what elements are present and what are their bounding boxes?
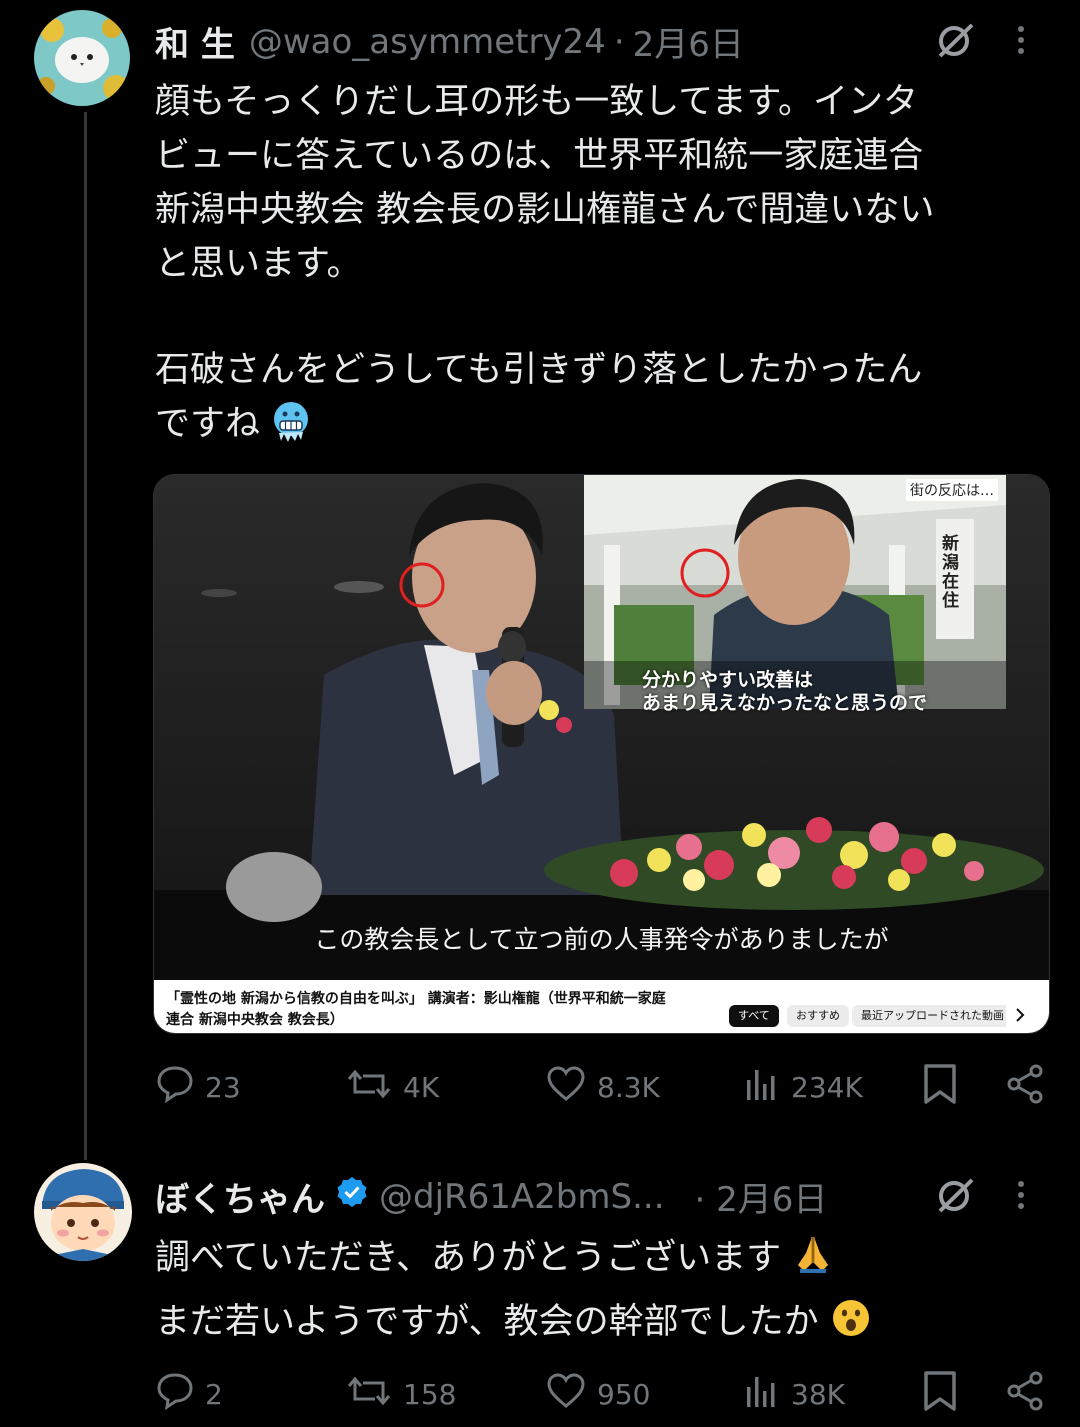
video-subtitle: この教会長として立つ前の人事発令がありましたが (314, 925, 889, 954)
share-button[interactable] (1005, 1367, 1055, 1422)
heart-icon (545, 1367, 597, 1422)
chip-recommended: おすすめ (787, 1005, 849, 1027)
display-name[interactable]: 和 生 (155, 17, 235, 66)
tweet-date[interactable]: · 2月6日 (695, 1172, 828, 1221)
video-title-line2: 連合 新潟中央教会 教会長） (166, 1012, 344, 1028)
retweet-icon (345, 1367, 403, 1422)
user-handle[interactable]: @wao_asymmetry24 (249, 22, 606, 62)
tweet-actions: 23 4K 8.3K 234K (155, 1060, 1050, 1110)
bookmark-icon (920, 1060, 970, 1115)
retweet-button[interactable]: 158 (345, 1367, 456, 1422)
chip-all: すべて (729, 1005, 779, 1027)
freezing-face-emoji-icon (271, 399, 311, 459)
user-handle[interactable]: @djR61A2bmS... (379, 1177, 665, 1217)
tweet-text-line-with-emoji: まだ若いようですが、教会の幹部でしたか (155, 1295, 872, 1355)
share-icon (1005, 1367, 1055, 1422)
inset-overlay-text: 街の反応は… (906, 479, 998, 501)
tweet-text: 顔もそっくりだし耳の形も一致してます。インタ ビューに答えているのは、世界平和統… (155, 75, 934, 459)
retweet-button[interactable]: 4K (345, 1060, 439, 1115)
tweet-top-icons (935, 1175, 1027, 1219)
reply-count: 23 (205, 1071, 241, 1104)
reply-button[interactable]: 23 (155, 1060, 241, 1115)
reply-count: 2 (205, 1378, 223, 1411)
views-button[interactable]: 38K (743, 1367, 845, 1422)
retweet-icon (345, 1060, 403, 1115)
video-title-line1: 「霊性の地 新潟から信教の自由を叫ぶ」 講演者：影山権龍（世界平和統一家庭 (166, 991, 666, 1007)
bookmark-button[interactable] (920, 1367, 970, 1422)
astonished-face-emoji-icon (830, 1297, 872, 1355)
tweet-text-line: 調べていただき、ありがとうございます (155, 1238, 782, 1278)
verified-badge-icon (335, 1175, 369, 1218)
tweet-text-line: ですね (155, 404, 261, 444)
share-icon (1005, 1060, 1055, 1115)
tweet-text: 調べていただき、ありがとうございます まだ若いようですが、教会の幹部でしたか (155, 1231, 872, 1355)
tweet-top-icons (935, 20, 1027, 64)
inset-caption-line2: あまり見えなかったなと思うので (642, 692, 928, 714)
tweet-text-line: ビューに答えているのは、世界平和統一家庭連合 (155, 136, 924, 176)
chip-recent-uploads-label: 最近アップロードされた動画 (861, 1009, 1004, 1022)
tweet-text-line: まだ若いようですが、教会の幹部でしたか (155, 1302, 819, 1342)
like-count: 950 (597, 1378, 651, 1411)
like-count: 8.3K (597, 1071, 660, 1104)
tweet-text-line: 新潟中央教会 教会長の影山権龍さんで間違いない (155, 190, 935, 230)
reply-button[interactable]: 2 (155, 1367, 223, 1422)
media-image[interactable]: 街の反応は… 新潟在住 分かりやすい改善は あまり見えなかったなと思うので この… (153, 474, 1050, 1034)
tweet-header: 和 生 @wao_asymmetry24 · 2月6日 (155, 17, 744, 66)
tweet-text-line: 顔もそっくりだし耳の形も一致してます。インタ (155, 82, 919, 122)
inset-sign-text: 新潟在住 (942, 534, 959, 611)
share-button[interactable] (1005, 1060, 1055, 1115)
tweet-text-blank (155, 291, 934, 345)
views-icon (743, 1367, 791, 1422)
heart-icon (545, 1060, 597, 1115)
tweet-header: ぼくちゃん @djR61A2bmS... · 2月6日 (155, 1172, 827, 1221)
retweet-count: 4K (403, 1071, 440, 1104)
tweet-date[interactable]: 2月6日 (633, 17, 744, 66)
retweet-count: 158 (403, 1378, 457, 1411)
tweet-text-line: と思います。 (155, 244, 362, 284)
bookmark-icon (920, 1367, 970, 1422)
like-button[interactable]: 8.3K (545, 1060, 660, 1115)
reply-icon (155, 1060, 205, 1115)
grok-icon[interactable] (935, 1175, 975, 1219)
dot-separator: · (613, 21, 625, 62)
tweet-text-line-with-emoji: 調べていただき、ありがとうございます (155, 1231, 872, 1291)
tweet-actions: 2 158 950 38K (155, 1367, 1050, 1417)
grok-icon[interactable] (935, 20, 975, 64)
more-options-icon[interactable] (1015, 1175, 1027, 1219)
like-button[interactable]: 950 (545, 1367, 650, 1422)
views-icon (743, 1060, 791, 1115)
views-button[interactable]: 234K (743, 1060, 863, 1115)
view-count: 38K (791, 1378, 845, 1411)
reply-icon (155, 1367, 205, 1422)
avatar[interactable] (34, 10, 130, 106)
chevron-right-icon (1012, 1003, 1028, 1031)
bookmark-button[interactable] (920, 1060, 970, 1115)
tweet-text-line-with-emoji: ですね (155, 397, 934, 459)
display-name[interactable]: ぼくちゃん (155, 1172, 325, 1221)
thread-line (84, 112, 87, 1160)
avatar[interactable] (34, 1163, 132, 1261)
tweet-text-line: 石破さんをどうしても引きずり落としたかったん (155, 350, 923, 390)
chip-recent-uploads: 最近アップロードされた動画 (852, 1005, 1006, 1027)
view-count: 234K (791, 1071, 863, 1104)
more-options-icon[interactable] (1015, 20, 1027, 64)
folded-hands-emoji-icon (792, 1233, 834, 1291)
